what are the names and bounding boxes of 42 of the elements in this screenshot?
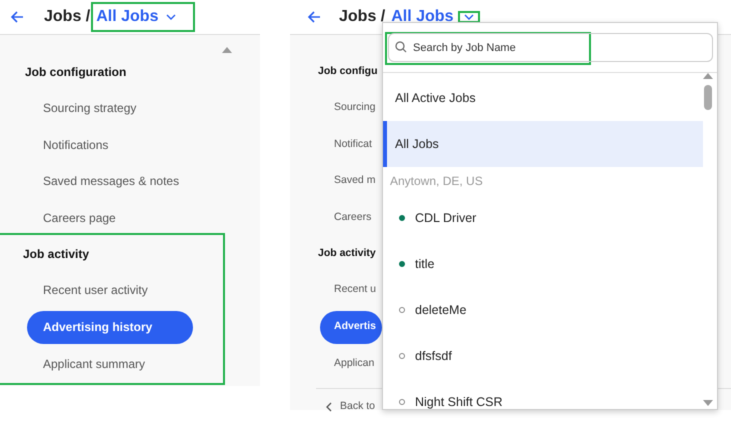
section-heading: Job activity	[22, 246, 90, 263]
back-link[interactable]: Back to	[326, 399, 376, 415]
job-filter-dropdown[interactable]: All Jobs	[389, 5, 480, 29]
dropdown-option[interactable]: deleteMe	[383, 287, 703, 333]
sidebar-item[interactable]: Notifications	[27, 126, 114, 163]
sidebar-item[interactable]: Saved messages & notes	[27, 163, 186, 200]
scroll-down-icon[interactable]	[703, 400, 713, 406]
caret-icon[interactable]	[464, 14, 474, 20]
section-heading: Job configuration	[24, 64, 128, 81]
sidebar-item[interactable]: Careers	[320, 200, 378, 236]
back-arrow-icon[interactable]	[307, 10, 321, 24]
dropdown-option[interactable]: title	[383, 241, 703, 287]
back-arrow-icon[interactable]	[10, 10, 24, 24]
sidebar-item[interactable]: Applicant summary	[27, 346, 152, 382]
scroll-up-icon[interactable]	[703, 73, 713, 79]
caret-icon[interactable]	[166, 14, 176, 20]
sidebar-item[interactable]: Saved m	[320, 163, 382, 200]
job-filter-dropdown[interactable]: All Jobs	[94, 5, 192, 29]
scroll-up-icon[interactable]	[222, 46, 232, 53]
breadcrumb-text: Jobs /	[339, 7, 386, 27]
search-icon	[395, 41, 407, 53]
sidebar-item[interactable]: Recent user activity	[27, 272, 154, 308]
dropdown-option[interactable]: All Jobs	[383, 121, 703, 167]
sidebar-item[interactable]: Sourcing	[320, 90, 382, 126]
dropdown-option[interactable]: dfsfsdf	[383, 333, 703, 379]
dropdown-option[interactable]: Night Shift CSR	[383, 379, 703, 409]
chevron-left-icon	[326, 402, 332, 412]
sidebar-item[interactable]: Notificat	[320, 126, 378, 163]
dropdown-option[interactable]: All Active Jobs	[383, 75, 703, 121]
dropdown-option[interactable]: CDL Driver	[383, 195, 703, 241]
group-label: Anytown, DE, US	[389, 173, 484, 190]
scrollbar-thumb[interactable]	[704, 85, 712, 110]
breadcrumb-text: Jobs /	[44, 7, 90, 27]
sidebar-item[interactable]: Sourcing strategy	[27, 90, 142, 126]
sidebar-item[interactable]: Applican	[320, 346, 380, 382]
sidebar-item[interactable]: Advertising history	[27, 310, 193, 344]
search-field[interactable]: Search by Job Name	[388, 33, 713, 62]
sidebar-item[interactable]: Careers page	[27, 200, 122, 236]
section-heading: Job activity	[317, 246, 377, 262]
sidebar-item[interactable]: Advertis	[320, 310, 382, 344]
section-heading: Job configu	[317, 64, 378, 80]
sidebar-item[interactable]: Recent u	[320, 272, 382, 308]
